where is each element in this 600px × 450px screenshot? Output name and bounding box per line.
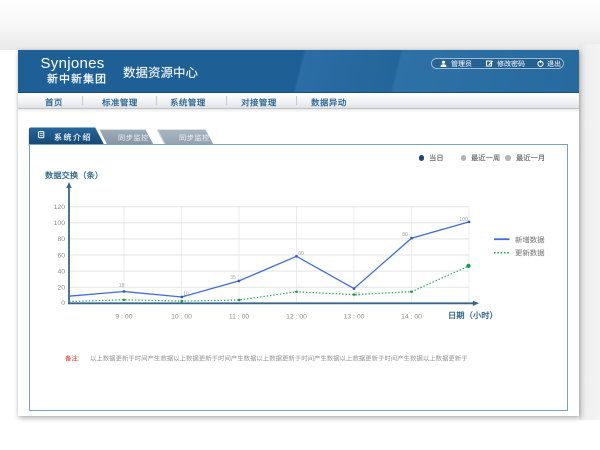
svg-text:14 : 00: 14 : 00 (401, 314, 422, 321)
svg-text:18: 18 (119, 283, 125, 289)
svg-text:120: 120 (54, 204, 66, 211)
svg-text:10: 10 (183, 291, 189, 297)
svg-text:60: 60 (57, 252, 65, 259)
svg-text:100: 100 (54, 220, 66, 227)
svg-text:10 : 00: 10 : 00 (171, 314, 192, 321)
svg-text:80: 80 (402, 232, 408, 238)
svg-text:9 : 00: 9 : 00 (115, 314, 132, 321)
svg-text:13 : 00: 13 : 00 (344, 314, 365, 321)
svg-text:10: 10 (355, 292, 361, 298)
svg-text:60: 60 (298, 251, 304, 257)
svg-text:20: 20 (57, 285, 65, 292)
svg-text:35: 35 (230, 275, 236, 281)
svg-text:0: 0 (61, 300, 65, 307)
svg-text:40: 40 (57, 268, 65, 275)
svg-text:11 : 00: 11 : 00 (229, 314, 250, 321)
svg-text:80: 80 (57, 236, 65, 243)
svg-text:100: 100 (459, 217, 468, 223)
svg-text:12 : 00: 12 : 00 (286, 314, 307, 321)
